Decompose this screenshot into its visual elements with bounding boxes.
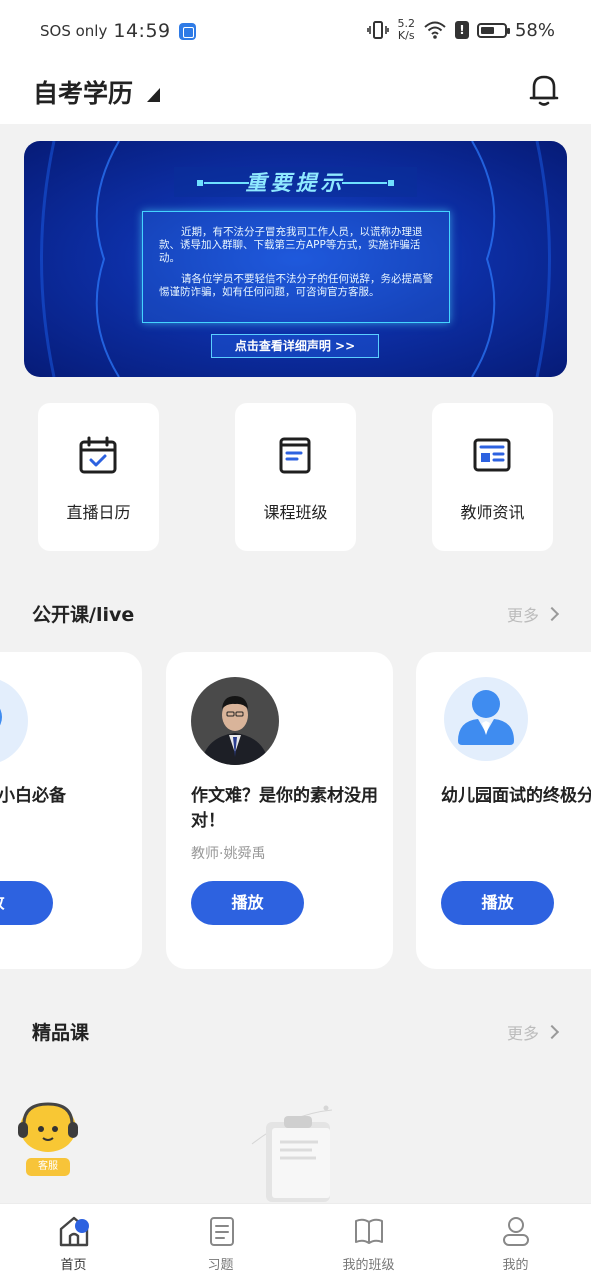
course-title: 资考试-小白必备 [0,786,67,806]
view-statement-button[interactable]: 点击查看详细声明 >> [211,334,379,358]
banner-notice-box: 近期，有不法分子冒充我司工作人员，以谎称办理退款、诱导加入群聊、下载第三方APP… [142,211,450,323]
customer-service-button[interactable]: 客服 [16,1102,82,1178]
network-status: SOS only [40,22,108,40]
play-button[interactable]: 播放 [441,881,554,925]
exercise-icon [210,1217,234,1246]
tab-my-class[interactable]: 我的班级 [295,1204,442,1280]
teacher-avatar [191,677,279,765]
premium-class-title: 精品课 [32,1022,90,1044]
notice-banner[interactable]: 重要提示 近期，有不法分子冒充我司工作人员，以谎称办理退款、诱导加入群聊、下载第… [24,141,567,377]
tab-exercises[interactable]: 习题 [147,1204,294,1280]
chevron-right-icon [544,1024,560,1040]
category-selector[interactable]: 自考学历 [33,74,161,110]
course-title: 幼儿园面试的终极分武器 [441,786,591,806]
page-title: 自考学历 [33,79,134,108]
news-icon [473,438,511,472]
battery-fill [480,26,494,34]
course-title: 作文难？是你的素材没用对！ [191,786,378,831]
course-card[interactable]: 作文难？是你的素材没用对！ 教师·姚舜禹 播放 [166,652,393,969]
banner-title: 重要提示 [245,171,346,195]
vibrate-icon [367,21,390,39]
tab-profile[interactable]: 我的 [442,1204,589,1280]
tab-home[interactable]: 首页 [0,1204,147,1280]
play-button[interactable]: 播放 [191,881,304,925]
quick-entry-label: 教师资讯 [460,503,525,522]
open-class-more-link[interactable]: 更多 [506,602,560,626]
banner-paragraph-1: 近期，有不法分子冒充我司工作人员，以谎称办理退款、诱导加入群聊、下载第三方APP… [159,226,423,264]
banner-paragraph-2: 请各位学员不要轻信不法分子的任何说辞，务必提高警惕谨防诈骗，如有任何问题，可咨询… [159,273,433,298]
quick-entry-label: 直播日历 [66,503,131,522]
teacher-photo [191,677,279,765]
tab-label: 首页 [60,1258,87,1273]
premium-class-more-link[interactable]: 更多 [506,1020,560,1044]
support-label: 客服 [26,1158,70,1176]
app-header: 自考学历 [0,64,591,124]
tab-label: 我的班级 [342,1258,395,1273]
speed-unit: K/s [397,29,415,42]
battery-percent: 58% [514,19,555,41]
bell-icon[interactable] [527,72,561,108]
battery-icon [476,22,510,38]
more-label: 更多 [506,1024,539,1043]
course-teacher: 教师·姚舜禹 [191,846,266,862]
wifi-icon [424,21,446,39]
caret-down-icon [147,88,161,102]
home-icon [59,1216,89,1247]
status-right: 5.2 K/s ! 58% [367,18,555,42]
profile-icon [503,1217,529,1246]
class-icon [355,1218,383,1244]
quick-entry-live-calendar[interactable]: 直播日历 [38,403,159,551]
empty-clipboard-icon [251,1105,333,1202]
quick-entry-label: 课程班级 [263,503,328,522]
play-button[interactable]: 放 [0,881,53,925]
app-screen: SOS only 14:59 5.2 K/s ! 58% 自考学历 重要提示 近… [0,0,591,1280]
quick-entry-teacher-news[interactable]: 教师资讯 [432,403,553,551]
tab-label: 我的 [502,1258,529,1273]
alert-icon: ! [454,21,469,39]
clock: 14:59 [113,20,171,42]
app-notification-icon [178,22,196,40]
tab-label: 习题 [207,1258,234,1273]
status-left: SOS only 14:59 [40,20,196,42]
calendar-icon [79,436,117,474]
course-card[interactable]: 资考试-小白必备 放 [0,652,142,969]
status-bar: SOS only 14:59 5.2 K/s ! 58% [0,0,591,64]
course-card[interactable]: 幼儿园面试的终极分武器 播放 [416,652,591,969]
open-class-title: 公开课/live [32,604,135,626]
network-speed: 5.2 K/s [397,18,415,42]
book-icon [279,437,311,474]
more-label: 更多 [506,606,539,625]
chevron-right-icon [544,606,560,622]
support-bot-icon [18,1102,78,1152]
bottom-tab-bar: 首页 习题 我的班级 我的 [0,1203,591,1280]
course-avatar-icon [0,680,28,762]
quick-entry-course-class[interactable]: 课程班级 [235,403,356,551]
teacher-placeholder-icon [444,677,528,761]
